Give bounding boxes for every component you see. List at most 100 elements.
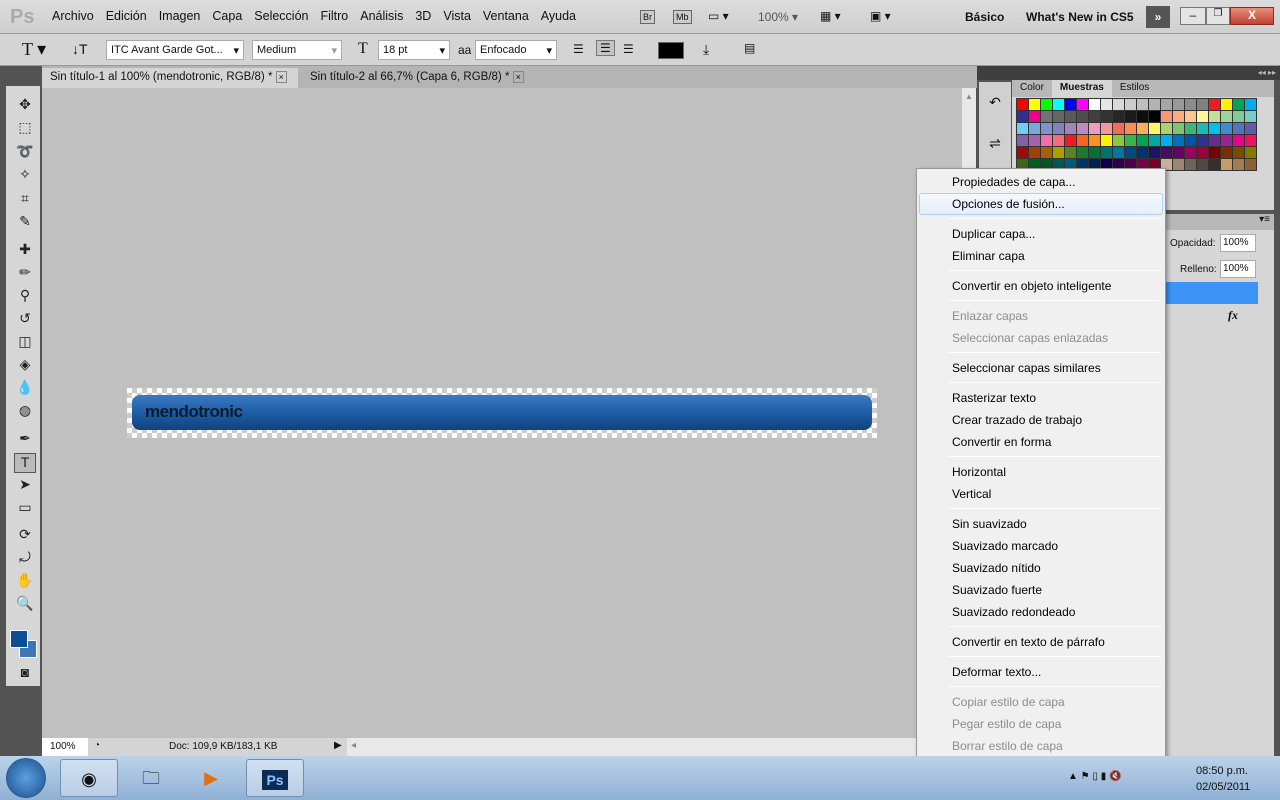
context-menu-item[interactable]: Rasterizar texto [919, 387, 1163, 409]
menu-selección[interactable]: Selección [248, 9, 314, 23]
menu-archivo[interactable]: Archivo [46, 9, 100, 23]
context-menu-item[interactable]: Convertir en texto de párrafo [919, 631, 1163, 653]
clock-date[interactable]: 02/05/2011 [1196, 781, 1250, 793]
warp-text-icon[interactable]: ⤓ [703, 41, 709, 58]
context-menu-item[interactable]: Suavizado marcado [919, 535, 1163, 557]
opacity-input[interactable]: 100% [1220, 234, 1256, 252]
history-icon[interactable]: ↶ [979, 94, 1011, 111]
media-player-taskbar-icon[interactable]: ▶ [182, 759, 240, 797]
marquee-tool-icon[interactable]: ⬚ [14, 119, 36, 139]
tab-swatches[interactable]: Muestras [1051, 80, 1112, 97]
zoom-tool-icon[interactable]: 🔍 [14, 595, 36, 615]
antialias-select[interactable]: Enfocado ▾ [475, 40, 557, 60]
context-menu-item[interactable]: Seleccionar capas similares [919, 357, 1163, 379]
path-select-icon[interactable]: ➤ [14, 476, 36, 496]
context-menu-item[interactable]: Suavizado nítido [919, 557, 1163, 579]
workspace-basic[interactable]: Básico [965, 10, 1004, 24]
menu-filtro[interactable]: Filtro [314, 9, 354, 23]
context-menu-item[interactable]: Opciones de fusión... [919, 193, 1163, 215]
context-menu-item[interactable]: Convertir en objeto inteligente [919, 275, 1163, 297]
zoom-field[interactable]: 100% [42, 738, 88, 756]
context-menu-item[interactable]: Suavizado fuerte [919, 579, 1163, 601]
3d-orbit-icon[interactable]: ⤾ [14, 549, 36, 569]
color-swatch[interactable] [1243, 157, 1257, 171]
pen-tool-icon[interactable]: ✒ [14, 430, 36, 450]
restore-button[interactable]: ❐ [1206, 7, 1230, 25]
tab-color[interactable]: Color [1012, 80, 1052, 97]
align-right-icon[interactable]: ☰ [623, 42, 634, 56]
context-menu-item[interactable]: Crear trazado de trabajo [919, 409, 1163, 431]
dodge-tool-icon[interactable]: ◍ [14, 402, 36, 422]
explorer-taskbar-icon[interactable]: 🗀 [122, 759, 180, 797]
close-tab-icon[interactable]: × [275, 71, 287, 83]
close-button[interactable]: X [1230, 7, 1274, 25]
extras-icon[interactable]: ▭ ▾ [708, 9, 729, 23]
tab-styles[interactable]: Estilos [1112, 80, 1157, 97]
context-menu-item[interactable]: Duplicar capa... [919, 223, 1163, 245]
chrome-taskbar-icon[interactable]: ◉ [60, 759, 118, 797]
align-center-icon[interactable]: ☰ [596, 40, 615, 56]
history-brush-icon[interactable]: ↺ [14, 310, 36, 330]
blue-bar[interactable]: mendotronic [132, 395, 872, 430]
font-style-select[interactable]: Medium ▾ [252, 40, 342, 60]
clock-time[interactable]: 08:50 p.m. [1196, 765, 1248, 777]
fx-icon[interactable]: fx [1228, 308, 1238, 323]
hand-tool-icon[interactable]: ✋ [14, 572, 36, 592]
3d-rotate-icon[interactable]: ⟳ [14, 526, 36, 546]
text-tool-preset-icon[interactable]: T ▾ [22, 39, 46, 60]
workspace-whats-new[interactable]: What's New in CS5 [1026, 10, 1134, 24]
context-menu-item[interactable]: Suavizado redondeado [919, 601, 1163, 623]
zoom-dropdown[interactable]: 100% ▾ [758, 10, 798, 24]
align-left-icon[interactable]: ☰ [573, 42, 584, 56]
quick-mask-icon[interactable]: ◙ [14, 664, 36, 684]
selected-layer-row[interactable] [1162, 282, 1258, 304]
menu-3d[interactable]: 3D [409, 9, 437, 23]
context-menu-item[interactable]: Deformar texto... [919, 661, 1163, 683]
fill-input[interactable]: 100% [1220, 260, 1256, 278]
context-menu-item[interactable]: Eliminar capa [919, 245, 1163, 267]
menu-edición[interactable]: Edición [100, 9, 153, 23]
context-menu-item[interactable]: Sin suavizado [919, 513, 1163, 535]
status-menu-arrow[interactable]: ▶ [334, 740, 342, 751]
character-panel-icon[interactable]: ▤ [744, 41, 755, 55]
bridge-button[interactable]: Br [640, 10, 655, 24]
eyedropper-tool-icon[interactable]: ✎ [14, 213, 36, 233]
text-orientation-icon[interactable]: ↓T [72, 41, 88, 57]
minimize-button[interactable]: – [1180, 7, 1206, 25]
arrange-documents-icon[interactable]: ▦ ▾ [820, 9, 841, 23]
status-icon[interactable]: ◔ [94, 740, 100, 751]
move-tool-icon[interactable]: ✥ [14, 96, 36, 116]
lasso-tool-icon[interactable]: ➰ [14, 143, 36, 163]
context-menu-item[interactable]: Horizontal [919, 461, 1163, 483]
close-tab-icon[interactable]: × [512, 71, 524, 83]
text-color-swatch[interactable] [658, 42, 684, 59]
menu-imagen[interactable]: Imagen [153, 9, 207, 23]
context-menu-item[interactable]: Propiedades de capa... [919, 171, 1163, 193]
start-button[interactable] [6, 758, 46, 798]
font-size-input[interactable]: 18 pt ▾ [378, 40, 450, 60]
canvas-area[interactable]: mendotronic [42, 88, 962, 738]
clone-stamp-icon[interactable]: ⚲ [14, 287, 36, 307]
photoshop-taskbar-icon[interactable]: Ps [246, 759, 304, 797]
paint-bucket-icon[interactable]: ◈ [14, 356, 36, 376]
crop-tool-icon[interactable]: ⌗ [14, 190, 36, 210]
show-hidden-icons[interactable]: ▲ ⚑ ▯ ▮ 🔇 [1068, 771, 1121, 782]
menu-ayuda[interactable]: Ayuda [535, 9, 582, 23]
tab-document-2[interactable]: Sin título-2 al 66,7% (Capa 6, RGB/8) * … [302, 68, 572, 88]
shape-tool-icon[interactable]: ▭ [14, 499, 36, 519]
menu-ventana[interactable]: Ventana [477, 9, 535, 23]
healing-brush-icon[interactable]: ✚ [14, 241, 36, 261]
blur-tool-icon[interactable]: 💧 [14, 379, 36, 399]
font-family-select[interactable]: ITC Avant Garde Got... ▾ [106, 40, 244, 60]
quick-select-tool-icon[interactable]: ✧ [14, 166, 36, 186]
context-menu-item[interactable]: Vertical [919, 483, 1163, 505]
menu-vista[interactable]: Vista [437, 9, 477, 23]
brush-tool-icon[interactable]: ✏ [14, 264, 36, 284]
mini-bridge-button[interactable]: Mb [673, 10, 692, 24]
type-tool-icon[interactable]: T [14, 453, 36, 473]
bar-text[interactable]: mendotronic [145, 402, 243, 422]
menu-capa[interactable]: Capa [206, 9, 248, 23]
more-workspaces-button[interactable]: » [1146, 6, 1170, 28]
adjustments-icon[interactable]: ⇌ [979, 135, 1011, 152]
context-menu-item[interactable]: Convertir en forma [919, 431, 1163, 453]
